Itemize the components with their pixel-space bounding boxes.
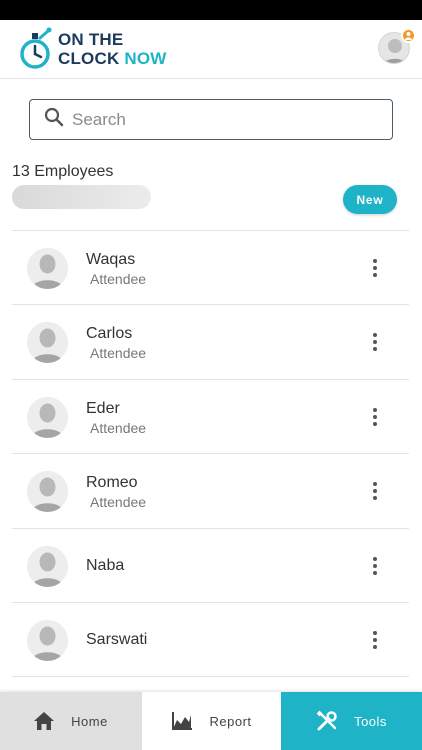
stopwatch-logo-icon [18, 27, 54, 71]
employee-name: Naba [86, 556, 125, 574]
nav-tools[interactable]: Tools [281, 692, 422, 750]
home-icon [33, 710, 55, 732]
employee-name: Waqas [86, 251, 136, 268]
status-bar [0, 0, 422, 20]
employee-row[interactable]: Sarswati [12, 603, 409, 678]
more-options-icon[interactable] [365, 555, 385, 577]
nav-report[interactable]: Report [141, 692, 281, 750]
avatar [27, 396, 68, 438]
app-logo[interactable]: ON THE CLOCK NOW [18, 26, 167, 72]
avatar [27, 322, 68, 364]
logo-word-now: NOW [124, 49, 167, 68]
more-options-icon[interactable] [365, 406, 385, 428]
employee-name: Sarswati [86, 630, 148, 648]
new-employee-button[interactable]: New [343, 185, 397, 214]
nav-tools-label: Tools [354, 713, 387, 729]
more-options-icon[interactable] [365, 331, 385, 353]
employee-name: Eder [86, 399, 120, 417]
loading-placeholder [12, 185, 151, 209]
employee-row[interactable]: Naba [12, 529, 409, 603]
tools-icon [316, 710, 338, 732]
employee-name: Carlos [86, 325, 133, 343]
avatar [27, 248, 68, 289]
employee-role: Attendee [90, 345, 147, 362]
search-field[interactable] [29, 99, 393, 140]
chart-icon [171, 710, 193, 732]
employee-row[interactable]: Eder Attendee [12, 380, 409, 455]
more-options-icon[interactable] [365, 480, 385, 502]
search-input[interactable] [72, 109, 362, 130]
employee-row[interactable]: Romeo Attendee [12, 454, 409, 529]
app-header: ON THE CLOCK NOW [0, 20, 422, 79]
bottom-nav: Home Report Tools [0, 692, 422, 750]
search-icon [44, 107, 64, 132]
employee-row[interactable]: Carlos Attendee [12, 305, 409, 380]
employee-role: Attendee [90, 271, 147, 287]
logo-word-clock: CLOCK [58, 49, 120, 68]
user-badge-icon [401, 28, 416, 43]
logo-line1: ON THE [58, 30, 124, 49]
employee-name: Romeo [86, 474, 138, 492]
employee-row[interactable]: Waqas Attendee [12, 231, 409, 306]
employee-role: Attendee [90, 419, 147, 436]
avatar [27, 545, 68, 587]
employee-role: Attendee [90, 494, 147, 511]
employee-list: Waqas Attendee Carlos Attendee Eder Atte… [12, 230, 409, 678]
more-options-icon[interactable] [365, 629, 385, 651]
nav-home-label: Home [71, 713, 108, 729]
avatar [27, 619, 68, 661]
employee-count: 13 Employees [12, 163, 114, 180]
nav-home[interactable]: Home [0, 692, 141, 750]
nav-report-label: Report [209, 713, 252, 729]
avatar [27, 471, 68, 513]
more-options-icon[interactable] [365, 257, 385, 279]
